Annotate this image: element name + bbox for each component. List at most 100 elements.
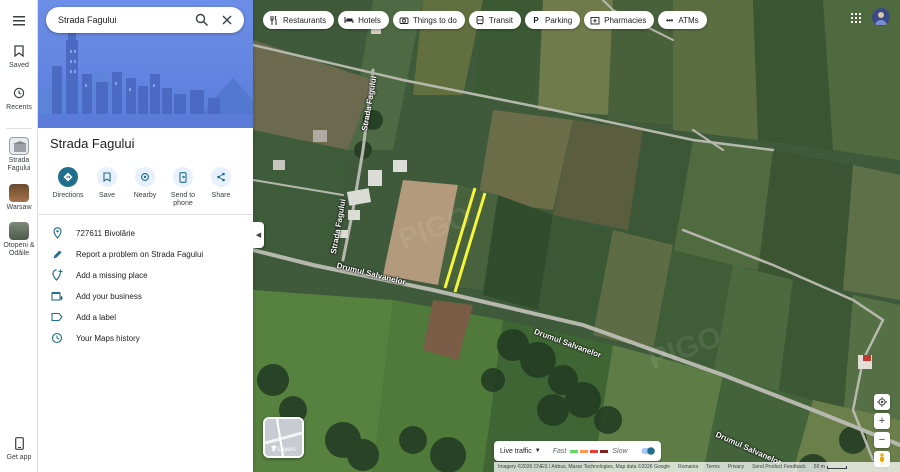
satellite-imagery: PIGO PIGO: [253, 0, 900, 472]
report-problem-row[interactable]: Report a problem on Strada Fagului: [38, 244, 253, 264]
pharmacy-icon: [590, 15, 600, 25]
saved-label: Saved: [9, 62, 29, 69]
place-title: Strada Fagului: [50, 136, 135, 151]
chip-atms[interactable]: ••• ATMs: [658, 11, 707, 29]
business-icon: [50, 289, 64, 303]
traffic-color-scale: [569, 449, 609, 453]
add-missing-place-row[interactable]: Add a missing place: [38, 265, 253, 285]
satellite-map[interactable]: PIGO PIGO Strada Fagului Strada Fagului …: [253, 0, 900, 472]
maps-history-row[interactable]: Your Maps history: [38, 328, 253, 348]
recents-label: Recents: [6, 104, 32, 111]
chevron-left-icon: ◀: [255, 232, 262, 239]
recent-label: Warsaw: [6, 204, 32, 211]
recent-item-otopeni[interactable]: Otopeni & Odăile: [0, 222, 38, 258]
send-to-phone-button[interactable]: Send to phone: [164, 167, 202, 208]
left-rail: Saved Recents Strada Fagului Warsaw Otop…: [0, 0, 38, 472]
hamburger-menu-icon: [10, 12, 28, 30]
chip-pharmacies[interactable]: Pharmacies: [584, 11, 655, 29]
feedback-link[interactable]: Send Product Feedback: [752, 464, 806, 470]
send-to-phone-label: Send to phone: [170, 192, 196, 207]
bookmark-icon: [10, 42, 28, 60]
recent-thumb-strada-fagului: [9, 137, 29, 155]
atm-icon: •••: [665, 15, 673, 25]
traffic-toggle[interactable]: [641, 446, 655, 456]
save-label: Save: [99, 192, 115, 199]
search-box: [46, 7, 244, 33]
recent-label: Strada Fagului: [7, 157, 31, 172]
history-icon: [10, 84, 28, 102]
get-app-button[interactable]: Get app: [0, 434, 38, 462]
apps-grid-icon: [851, 13, 861, 23]
parking-icon: P: [533, 15, 539, 25]
my-location-button[interactable]: [874, 394, 890, 410]
imagery-attribution: Imagery ©2026 CNES / Airbus, Maxar Techn…: [498, 464, 671, 470]
recents-button[interactable]: Recents: [0, 84, 38, 112]
search-input[interactable]: [58, 15, 188, 25]
add-business-row[interactable]: Add your business: [38, 286, 253, 306]
zoom-in-button[interactable]: +: [874, 413, 890, 429]
recent-thumb-otopeni: [9, 222, 29, 240]
share-icon: [211, 167, 231, 187]
google-apps-button[interactable]: [848, 10, 864, 26]
crosshair-icon: [877, 397, 887, 407]
close-search-button[interactable]: [219, 12, 235, 28]
terms-link[interactable]: Terms: [706, 464, 720, 470]
chip-things-to-do[interactable]: Things to do: [392, 11, 465, 29]
category-chips: Restaurants Hotels Things to do Transit …: [263, 11, 707, 29]
camera-icon: [399, 15, 409, 25]
place-actions: Directions Save Nearby Send to phone Sha…: [38, 167, 253, 211]
collapse-panel-button[interactable]: ◀: [253, 222, 264, 248]
saved-button[interactable]: Saved: [0, 42, 38, 70]
recent-thumb-warsaw: [9, 184, 29, 202]
chip-hotels[interactable]: Hotels: [338, 11, 389, 29]
hotel-icon: [344, 15, 354, 25]
recent-item-warsaw[interactable]: Warsaw: [0, 184, 38, 212]
country-label: Romania: [678, 464, 699, 470]
scale-bar[interactable]: 50 m: [814, 464, 847, 470]
zoom-out-button[interactable]: −: [874, 432, 890, 448]
plus-icon: +: [878, 415, 886, 427]
live-traffic-dropdown[interactable]: Live traffic ▼: [500, 448, 541, 455]
chip-restaurants[interactable]: Restaurants: [263, 11, 335, 29]
account-avatar[interactable]: [872, 8, 890, 26]
add-business-text: Add your business: [76, 291, 142, 301]
address-row[interactable]: 727611 Bivolărie: [38, 223, 253, 243]
restaurant-icon: [269, 15, 279, 25]
share-button[interactable]: Share: [202, 167, 240, 200]
label-icon: [50, 310, 64, 324]
chip-parking[interactable]: P Parking: [525, 11, 581, 29]
traffic-legend: Fast Slow: [552, 447, 628, 455]
menu-button[interactable]: [0, 12, 38, 30]
privacy-link[interactable]: Privacy: [728, 464, 744, 470]
report-problem-text: Report a problem on Strada Fagului: [76, 249, 204, 259]
send-phone-icon: [173, 167, 193, 187]
chip-transit[interactable]: Transit: [468, 11, 522, 29]
panel-divider: [38, 214, 253, 215]
minus-icon: −: [878, 434, 886, 446]
traffic-panel: Live traffic ▼ Fast Slow: [494, 441, 661, 461]
directions-button[interactable]: Directions: [49, 167, 87, 200]
map-controls: + −: [874, 394, 890, 467]
add-place-icon: [50, 268, 64, 282]
save-button[interactable]: Save: [88, 167, 126, 200]
directions-label: Directions: [52, 192, 84, 199]
recent-label: Otopeni & Odăile: [3, 242, 35, 257]
nearby-icon: [135, 167, 155, 187]
nearby-button[interactable]: Nearby: [126, 167, 164, 200]
search-button[interactable]: [194, 12, 210, 28]
close-icon: [222, 15, 232, 25]
recent-item-strada-fagului[interactable]: Strada Fagului: [0, 137, 38, 173]
layers-button[interactable]: ◈ Layers: [263, 417, 304, 458]
bookmark-icon: [97, 167, 117, 187]
layers-label: ◈ Layers: [271, 447, 296, 453]
rail-divider: [6, 128, 32, 129]
place-panel: Strada Fagului Directions Save Nearby Se…: [38, 0, 253, 472]
directions-icon: [58, 167, 78, 187]
map-footer: Imagery ©2026 CNES / Airbus, Maxar Techn…: [494, 462, 900, 472]
add-label-row[interactable]: Add a label: [38, 307, 253, 327]
add-missing-place-text: Add a missing place: [76, 270, 148, 280]
transit-icon: [475, 15, 485, 25]
address-text: 727611 Bivolărie: [76, 228, 136, 238]
share-label: Share: [211, 192, 231, 199]
get-app-label: Get app: [6, 454, 32, 461]
